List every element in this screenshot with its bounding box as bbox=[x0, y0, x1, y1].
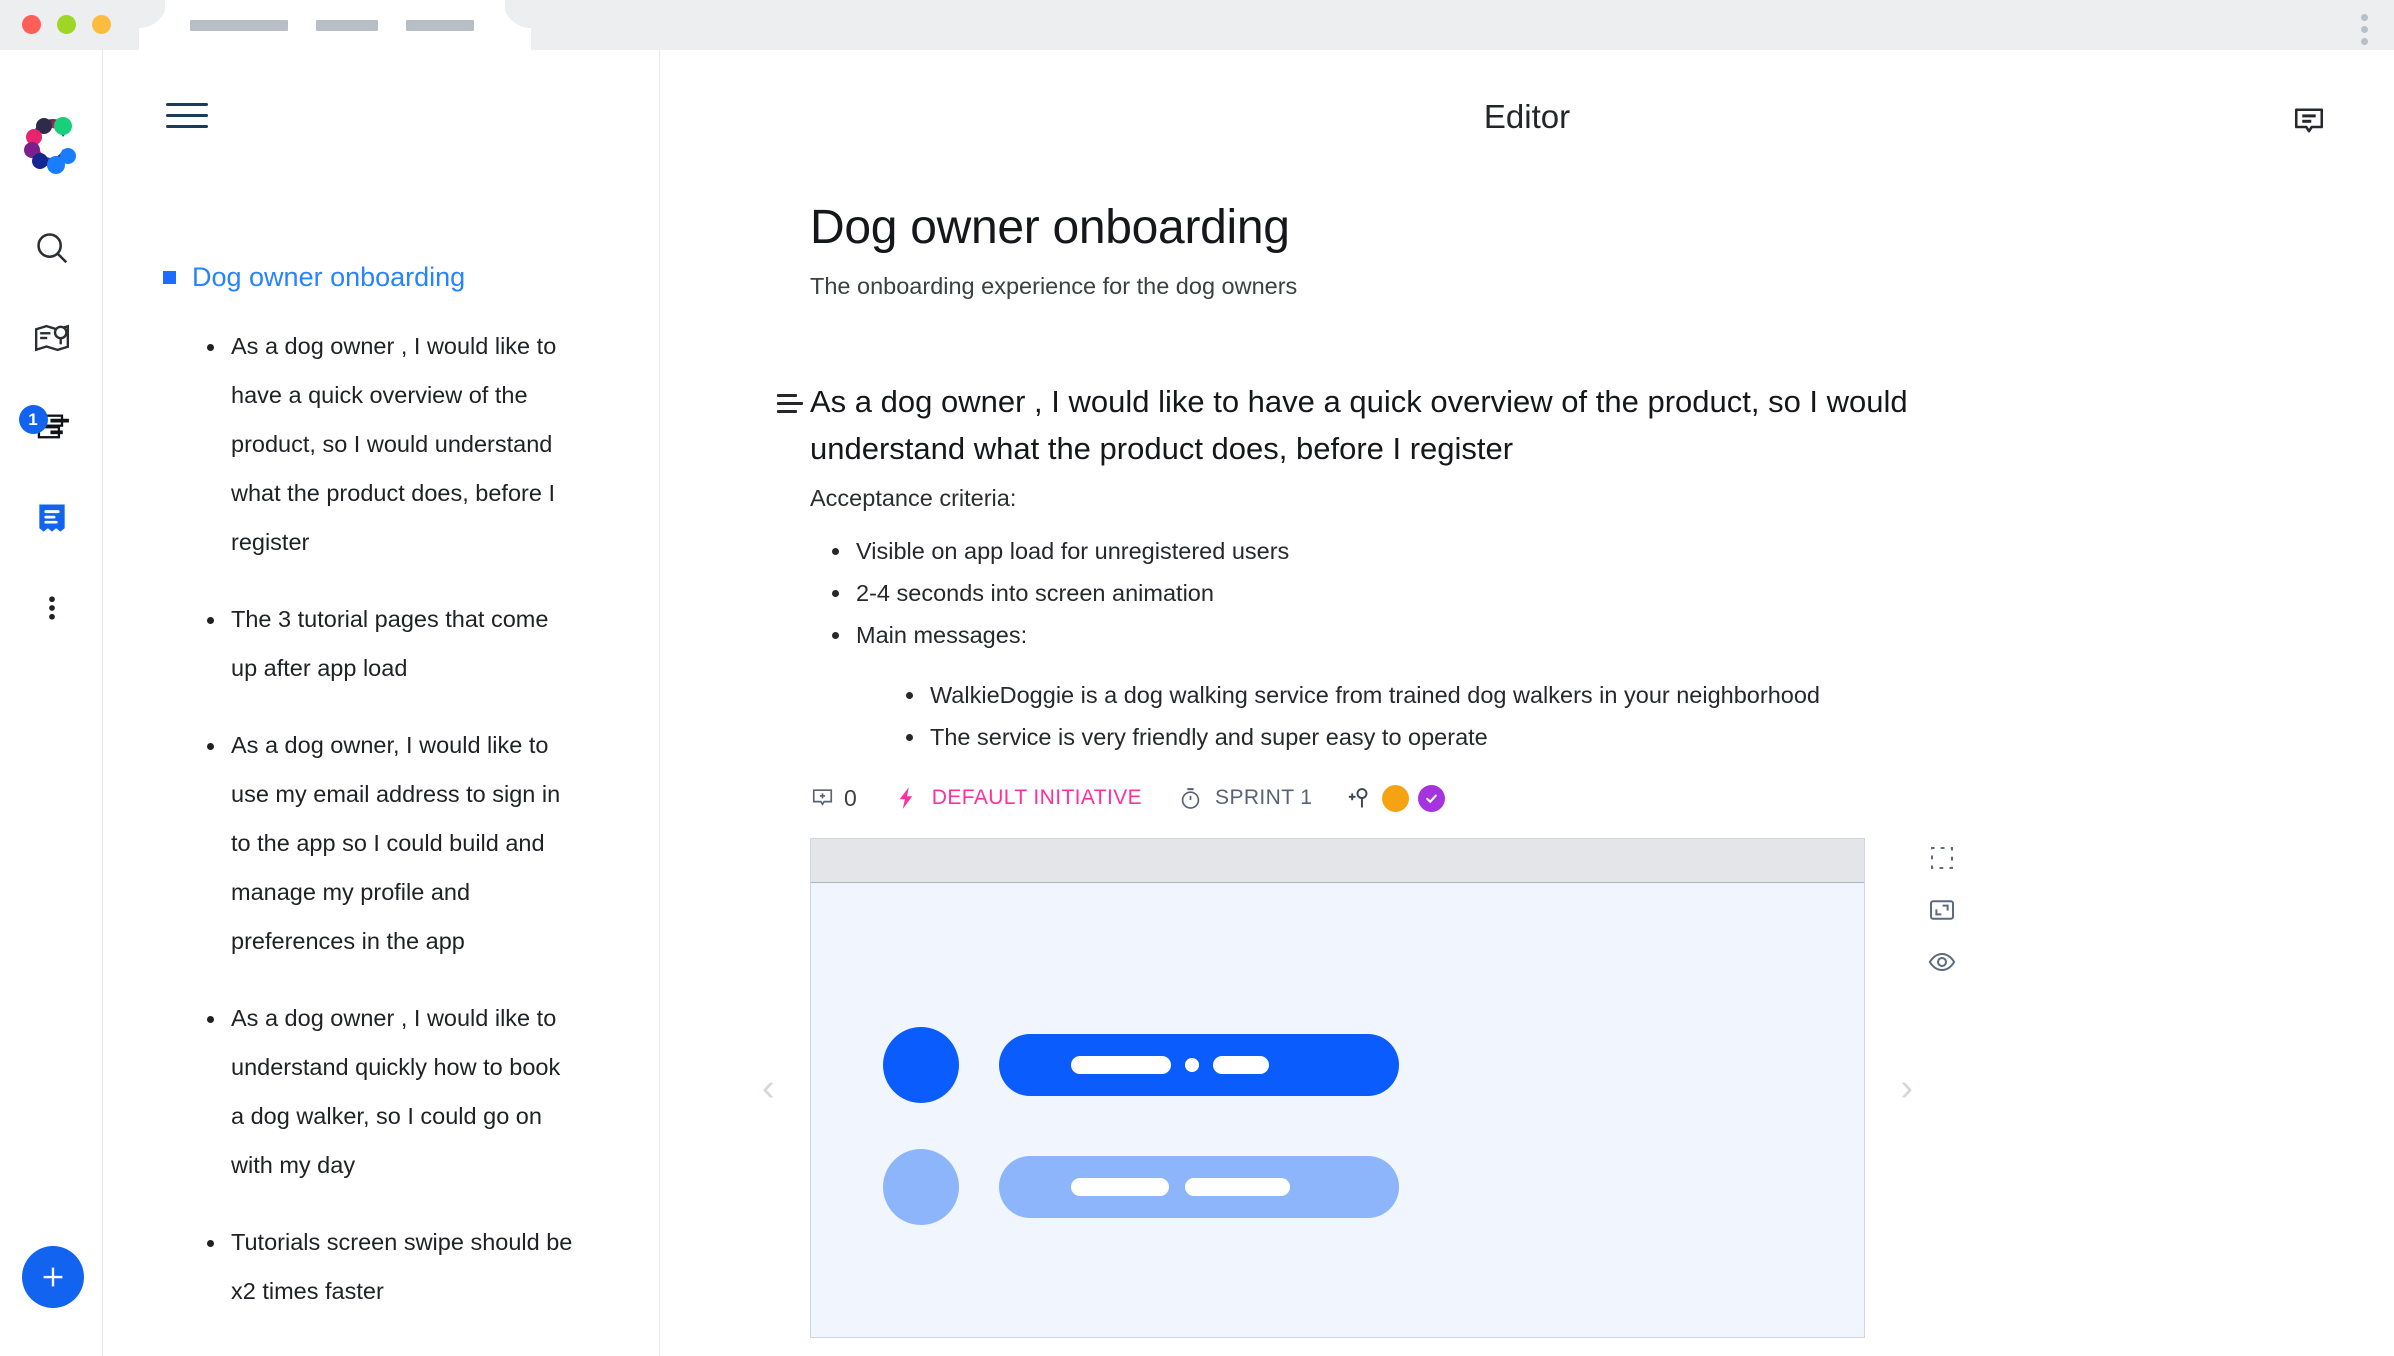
timer-icon bbox=[1181, 787, 1200, 809]
mockup-bar bbox=[999, 1156, 1399, 1218]
tab-placeholder-bar bbox=[190, 20, 288, 31]
sprint-tag[interactable]: SPRINT 1 bbox=[1178, 786, 1312, 811]
document-icon bbox=[38, 504, 65, 532]
sidebar-item-backlog[interactable]: 1 bbox=[18, 405, 75, 451]
outline-item-list: As a dog owner , I would like to have a … bbox=[193, 322, 613, 1356]
map-pin-icon bbox=[34, 324, 69, 352]
list-item[interactable]: 2-4 seconds into screen animation bbox=[810, 572, 2230, 614]
preview-visibility-tool[interactable] bbox=[1922, 942, 1962, 982]
tab-placeholder-bar bbox=[316, 20, 378, 31]
preview-embed: ‹ › bbox=[762, 838, 1956, 1338]
acceptance-criteria-label: Acceptance criteria: bbox=[810, 485, 1017, 511]
add-person-icon bbox=[1349, 787, 1368, 807]
expand-frame-icon bbox=[1930, 900, 1955, 920]
comment-count-group[interactable]: 0 bbox=[810, 785, 857, 812]
list-item[interactable]: Visible on app load for unregistered use… bbox=[810, 530, 2230, 572]
assignee-group bbox=[1346, 784, 1446, 812]
outline-panel: Dog owner onboarding As a dog owner , I … bbox=[103, 50, 660, 1356]
document-title[interactable]: Dog owner onboarding bbox=[810, 200, 2230, 255]
mockup-avatar bbox=[883, 1149, 959, 1225]
acceptance-criteria-list: Visible on app load for unregistered use… bbox=[810, 530, 2230, 758]
mockup-row-secondary bbox=[883, 1149, 1399, 1225]
list-item[interactable]: As a dog owner , I would like to have a … bbox=[193, 322, 575, 567]
preview-prev-button[interactable]: ‹ bbox=[762, 1069, 775, 1107]
outline-heading-label: Dog owner onboarding bbox=[192, 262, 466, 292]
hamburger-menu-icon[interactable] bbox=[166, 103, 210, 137]
acceptance-criteria-sublist: WalkieDoggie is a dog walking service fr… bbox=[884, 674, 2230, 758]
sidebar-item-editor[interactable] bbox=[29, 495, 75, 541]
preview-canvas[interactable] bbox=[810, 838, 1865, 1338]
search-icon bbox=[36, 233, 67, 264]
comment-bubble-icon[interactable] bbox=[2286, 98, 2332, 144]
list-item[interactable]: WalkieDoggie is a dog walking service fr… bbox=[884, 674, 2230, 716]
close-window-button[interactable] bbox=[22, 15, 41, 34]
plus-icon bbox=[43, 1267, 63, 1287]
story-meta-row: 0 DEFAULT INITIATIVE SPRINT 1 bbox=[810, 778, 2230, 818]
browser-tab-active[interactable] bbox=[165, 0, 505, 50]
list-item[interactable]: The service is very friendly and super e… bbox=[884, 716, 2230, 758]
minimize-window-button[interactable] bbox=[57, 15, 76, 34]
mockup-bar bbox=[999, 1034, 1399, 1096]
preview-toolbar bbox=[811, 839, 1864, 883]
list-item-label: Main messages: bbox=[856, 622, 1028, 648]
add-new-button[interactable] bbox=[22, 1246, 84, 1308]
list-item[interactable]: Main messages: WalkieDoggie is a dog wal… bbox=[810, 614, 2230, 758]
document-body: Dog owner onboarding The onboarding expe… bbox=[762, 200, 2230, 1338]
sidebar-item-more[interactable] bbox=[29, 585, 75, 631]
preview-tool-strip bbox=[1922, 838, 1962, 982]
check-icon bbox=[1426, 794, 1438, 803]
initiative-label: DEFAULT INITIATIVE bbox=[931, 786, 1143, 809]
lightning-bolt-icon bbox=[899, 787, 913, 809]
app-root: 1 Dog owner onboarding As a dog owner , … bbox=[0, 50, 2394, 1356]
editor-main: Editor Dog owner onboarding The onboardi… bbox=[660, 50, 2394, 1356]
resize-frame-tool[interactable] bbox=[1922, 890, 1962, 930]
add-comment-icon bbox=[812, 788, 833, 806]
mockup-row-primary bbox=[883, 1027, 1399, 1103]
list-item[interactable]: The 3 tutorial pages that come up after … bbox=[193, 595, 575, 693]
list-item[interactable]: Tutorials screen swipe should be x2 time… bbox=[193, 1218, 575, 1316]
story-title[interactable]: As a dog owner , I would like to have a … bbox=[810, 378, 1920, 472]
eye-icon bbox=[1928, 952, 1956, 972]
avatar[interactable] bbox=[1418, 784, 1446, 812]
block-handle-icon[interactable] bbox=[777, 394, 803, 413]
mockup-avatar bbox=[883, 1027, 959, 1103]
story-block: As a dog owner , I would like to have a … bbox=[762, 378, 2230, 1338]
chrome-kebab-menu-icon[interactable] bbox=[2361, 14, 2368, 45]
sprint-label: SPRINT 1 bbox=[1215, 786, 1313, 809]
sidebar-item-search[interactable] bbox=[29, 225, 75, 271]
list-item[interactable]: As a dog owner , I would ilke to underst… bbox=[193, 994, 575, 1190]
list-item[interactable]: Map all competitor services working in N… bbox=[193, 1344, 575, 1356]
outline-heading[interactable]: Dog owner onboarding bbox=[163, 262, 465, 293]
tab-placeholder-bars bbox=[190, 20, 474, 31]
more-vertical-icon bbox=[48, 596, 55, 620]
sidebar-item-roadmap[interactable] bbox=[29, 315, 75, 361]
outline-heading-bullet-icon bbox=[163, 271, 176, 284]
initiative-tag[interactable]: DEFAULT INITIATIVE bbox=[893, 785, 1142, 811]
page-title: Editor bbox=[1483, 98, 1571, 135]
left-rail: 1 bbox=[0, 50, 103, 1356]
browser-chrome bbox=[0, 0, 2394, 50]
rail-icon-list: 1 bbox=[0, 225, 103, 631]
window-traffic-lights bbox=[22, 15, 111, 34]
maximize-window-button[interactable] bbox=[92, 15, 111, 34]
document-subtitle[interactable]: The onboarding experience for the dog ow… bbox=[810, 273, 2230, 300]
preview-next-button[interactable]: › bbox=[1900, 1069, 1913, 1107]
select-frame-tool[interactable] bbox=[1922, 838, 1962, 878]
avatar[interactable] bbox=[1382, 784, 1410, 812]
comment-count: 0 bbox=[844, 784, 857, 811]
tab-placeholder-bar bbox=[406, 20, 474, 31]
backlog-badge-count: 1 bbox=[18, 405, 48, 434]
craft-logo bbox=[22, 112, 82, 174]
dashed-frame-icon bbox=[1931, 847, 1953, 869]
list-item[interactable]: As a dog owner, I would like to use my e… bbox=[193, 721, 575, 966]
